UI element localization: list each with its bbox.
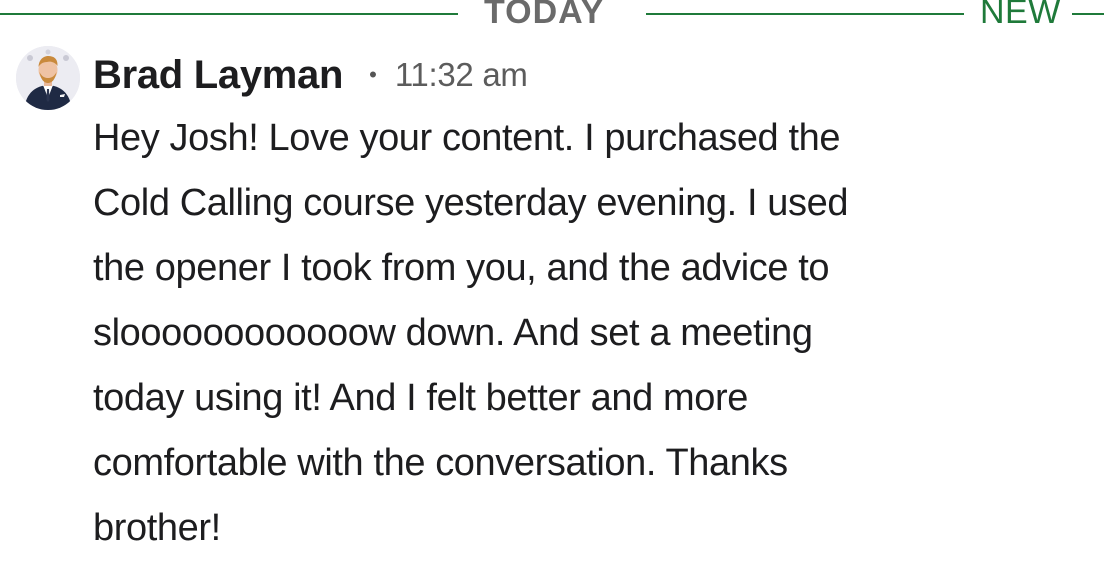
message-line: sloooooooooooow down. And set a meeting [93,312,813,354]
chat-screen: TODAY NEW Brad Layman • 11:32 am Hey Jos… [0,0,1104,564]
message-line: today using it! And I felt better and mo… [93,377,748,419]
message-line: Cold Calling course yesterday evening. I… [93,182,849,224]
divider-line-left [0,13,458,15]
message-line: brother! [93,507,221,549]
today-label: TODAY [484,0,605,31]
avatar[interactable] [16,46,80,110]
message-line: the opener I took from you, and the advi… [93,247,830,289]
message-line: comfortable with the conversation. Thank… [93,442,788,484]
avatar-photo-icon [16,46,80,110]
new-messages-label: NEW [980,0,1061,31]
separator-dot: • [369,62,377,87]
message-line: Hey Josh! Love your content. I purchased… [93,117,841,159]
divider-line-middle [646,13,964,15]
message-text[interactable]: Hey Josh! Love your content. I purchased… [93,106,1053,561]
message-header: Brad Layman • 11:32 am [93,50,528,100]
sender-name[interactable]: Brad Layman [93,53,343,98]
divider-line-right [1072,13,1104,15]
date-divider: TODAY NEW [0,0,1104,31]
message-timestamp: 11:32 am [394,56,528,93]
